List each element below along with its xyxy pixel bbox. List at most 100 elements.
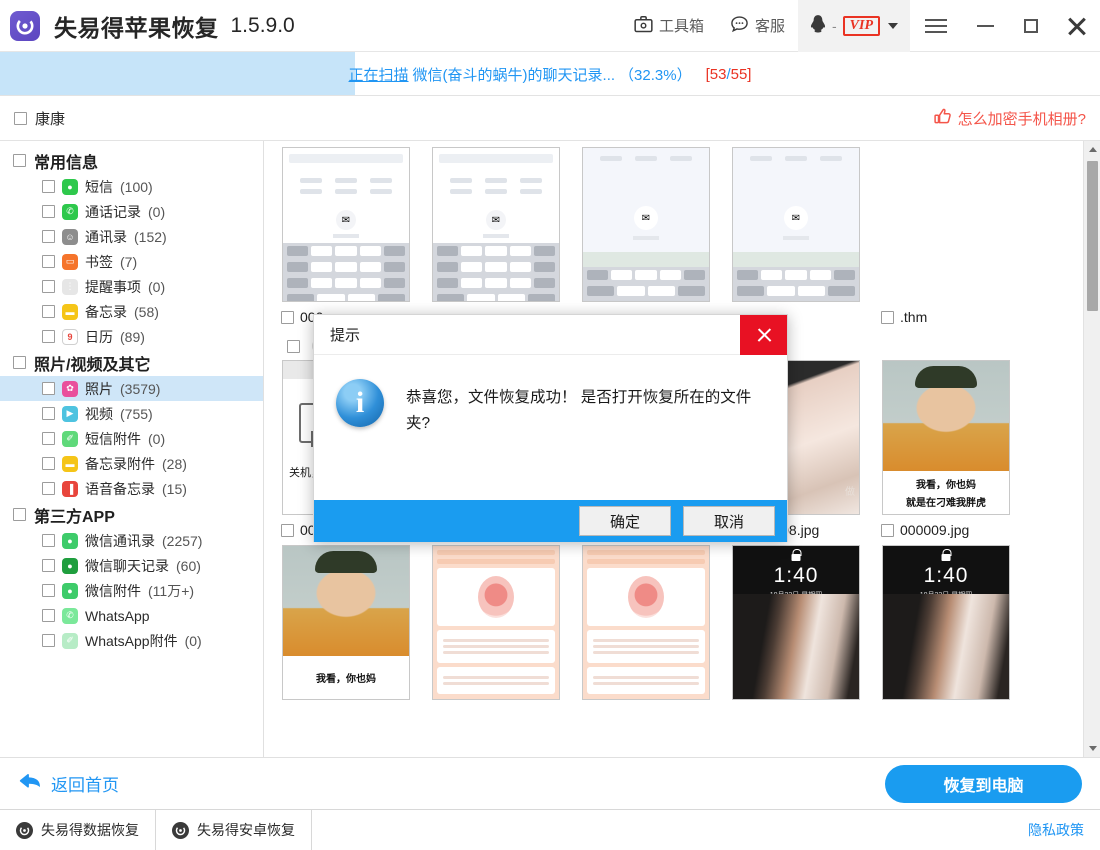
item-checkbox[interactable] (42, 609, 55, 622)
thumbnail-cell[interactable]: ✉ (421, 147, 571, 332)
sidebar-item-2-4[interactable]: ✐WhatsApp附件 (0) (0, 628, 263, 653)
sidebar-item-0-6[interactable]: 9日历 (89) (0, 324, 263, 349)
thumbnail-cell[interactable]: ✉ (721, 147, 871, 332)
sidebar-group-2[interactable]: 第三方APP (0, 501, 263, 528)
sidebar-item-0-2[interactable]: ☺通讯录 (152) (0, 224, 263, 249)
device-checkbox[interactable] (14, 112, 27, 125)
status-item-data-recovery[interactable]: 失易得数据恢复 (0, 810, 156, 850)
thumbnail-cell[interactable] (421, 545, 571, 730)
thumbnail-label-row[interactable]: 000009.jpg (871, 515, 1021, 545)
thumbnail-cell[interactable] (571, 545, 721, 730)
thumbnail-cell[interactable]: 1:4010月22日 星期四 (871, 545, 1021, 730)
maximize-button[interactable] (1008, 0, 1054, 52)
item-checkbox[interactable] (42, 584, 55, 597)
scan-counter: [53/55] (706, 66, 752, 83)
thumbnail-cell[interactable]: 1:4010月22日 星期四 (721, 545, 871, 730)
back-home-button[interactable]: 返回首页 (18, 771, 119, 796)
thumbnail-image[interactable]: 我看，你也妈 (282, 545, 410, 700)
toolbox-button[interactable]: 工具箱 (621, 0, 717, 52)
sidebar-item-1-4[interactable]: ▐语音备忘录 (15) (0, 476, 263, 501)
sidebar-item-1-2[interactable]: ✐短信附件 (0) (0, 426, 263, 451)
dialog-close-button[interactable] (740, 315, 787, 355)
hamburger-menu-button[interactable] (910, 0, 962, 52)
sidebar-item-2-3[interactable]: ✆WhatsApp (0, 603, 263, 628)
item-checkbox[interactable] (42, 180, 55, 193)
item-checkbox[interactable] (42, 255, 55, 268)
vip-badge[interactable]: VIP (843, 16, 880, 36)
sidebar-item-1-3[interactable]: ▬备忘录附件 (28) (0, 451, 263, 476)
item-count: (58) (134, 304, 159, 320)
thumbnail-image[interactable]: 我看，你也妈就是在刁难我胖虎 (882, 360, 1010, 515)
item-checkbox[interactable] (42, 280, 55, 293)
thumbnail-image[interactable] (582, 545, 710, 700)
item-checkbox[interactable] (42, 407, 55, 420)
item-checkbox[interactable] (42, 482, 55, 495)
scroll-up-button[interactable] (1084, 141, 1100, 158)
sidebar-item-0-3[interactable]: ▭书签 (7) (0, 249, 263, 274)
minimize-button[interactable] (962, 0, 1008, 52)
item-checkbox[interactable] (42, 432, 55, 445)
item-label: 备忘录 (85, 302, 127, 322)
sidebar-item-0-1[interactable]: ✆通话记录 (0) (0, 199, 263, 224)
category-sidebar[interactable]: 常用信息●短信 (100)✆通话记录 (0)☺通讯录 (152)▭书签 (7)⋮… (0, 141, 264, 757)
group-select-checkbox[interactable] (287, 340, 300, 353)
chevron-down-icon[interactable] (888, 23, 898, 29)
privacy-policy-link[interactable]: 隐私政策 (1028, 820, 1100, 840)
close-window-button[interactable] (1054, 0, 1100, 52)
group-checkbox[interactable] (13, 356, 26, 369)
support-button[interactable]: 客服 (717, 0, 798, 52)
file-checkbox[interactable] (881, 311, 894, 324)
scan-percent: （32.3%） (619, 64, 692, 85)
sidebar-item-1-0[interactable]: ✿照片 (3579) (0, 376, 263, 401)
sidebar-group-0[interactable]: 常用信息 (0, 147, 263, 174)
group-checkbox[interactable] (13, 154, 26, 167)
sidebar-item-0-5[interactable]: ▬备忘录 (58) (0, 299, 263, 324)
status-item-android-recovery[interactable]: 失易得安卓恢复 (156, 810, 312, 850)
item-checkbox[interactable] (42, 382, 55, 395)
encrypt-album-link[interactable]: 怎么加密手机相册? (934, 108, 1086, 129)
thumbnail-cell[interactable]: 我看，你也妈 (271, 545, 421, 730)
thumbnail-cell[interactable]: 我看，你也妈就是在刁难我胖虎000009.jpg (871, 360, 1021, 545)
scroll-down-button[interactable] (1084, 740, 1100, 757)
item-checkbox[interactable] (42, 559, 55, 572)
item-checkbox[interactable] (42, 534, 55, 547)
recover-to-computer-button[interactable]: 恢复到电脑 (885, 765, 1082, 803)
item-count: (3579) (120, 381, 160, 397)
dialog-confirm-button[interactable]: 确定 (579, 506, 671, 536)
vertical-scrollbar[interactable] (1083, 141, 1100, 757)
sidebar-item-2-1[interactable]: ●微信聊天记录 (60) (0, 553, 263, 578)
file-checkbox[interactable] (281, 311, 294, 324)
thumbnail-cell[interactable]: ✉000 (271, 147, 421, 332)
sidebar-item-0-0[interactable]: ●短信 (100) (0, 174, 263, 199)
group-checkbox[interactable] (13, 508, 26, 521)
item-checkbox[interactable] (42, 305, 55, 318)
embryo-illustration (478, 576, 514, 618)
thumbnail-label-row[interactable]: .thm (871, 302, 1021, 332)
thumbnail-cell[interactable]: ✉ (571, 147, 721, 332)
data-recovery-logo-icon (16, 822, 33, 839)
sidebar-group-1[interactable]: 照片/视频及其它 (0, 349, 263, 376)
scrollbar-thumb[interactable] (1087, 161, 1098, 311)
item-checkbox[interactable] (42, 330, 55, 343)
file-checkbox[interactable] (881, 524, 894, 537)
sidebar-item-2-0[interactable]: ●微信通讯录 (2257) (0, 528, 263, 553)
account-vip-group[interactable]: - VIP (798, 0, 910, 52)
thumbnail-cell[interactable]: .thm (871, 147, 1021, 332)
item-checkbox[interactable] (42, 230, 55, 243)
dialog-cancel-button[interactable]: 取消 (683, 506, 775, 536)
thumbnail-image[interactable] (432, 545, 560, 700)
item-checkbox[interactable] (42, 457, 55, 470)
thumbnail-image[interactable]: 1:4010月22日 星期四 (732, 545, 860, 700)
file-checkbox[interactable] (281, 524, 294, 537)
sidebar-item-1-1[interactable]: ▶视频 (755) (0, 401, 263, 426)
application-window: 失易得苹果恢复 1.5.9.0 工具箱 (0, 0, 1100, 850)
thumbnail-image[interactable]: ✉ (282, 147, 410, 302)
thumbnail-image[interactable]: ✉ (432, 147, 560, 302)
thumbnail-image[interactable]: ✉ (582, 147, 710, 302)
sidebar-item-2-2[interactable]: ●微信附件 (11万+) (0, 578, 263, 603)
sidebar-item-0-4[interactable]: ⋮提醒事项 (0) (0, 274, 263, 299)
item-checkbox[interactable] (42, 205, 55, 218)
thumbnail-image[interactable]: 1:4010月22日 星期四 (882, 545, 1010, 700)
item-checkbox[interactable] (42, 634, 55, 647)
thumbnail-image[interactable]: ✉ (732, 147, 860, 302)
